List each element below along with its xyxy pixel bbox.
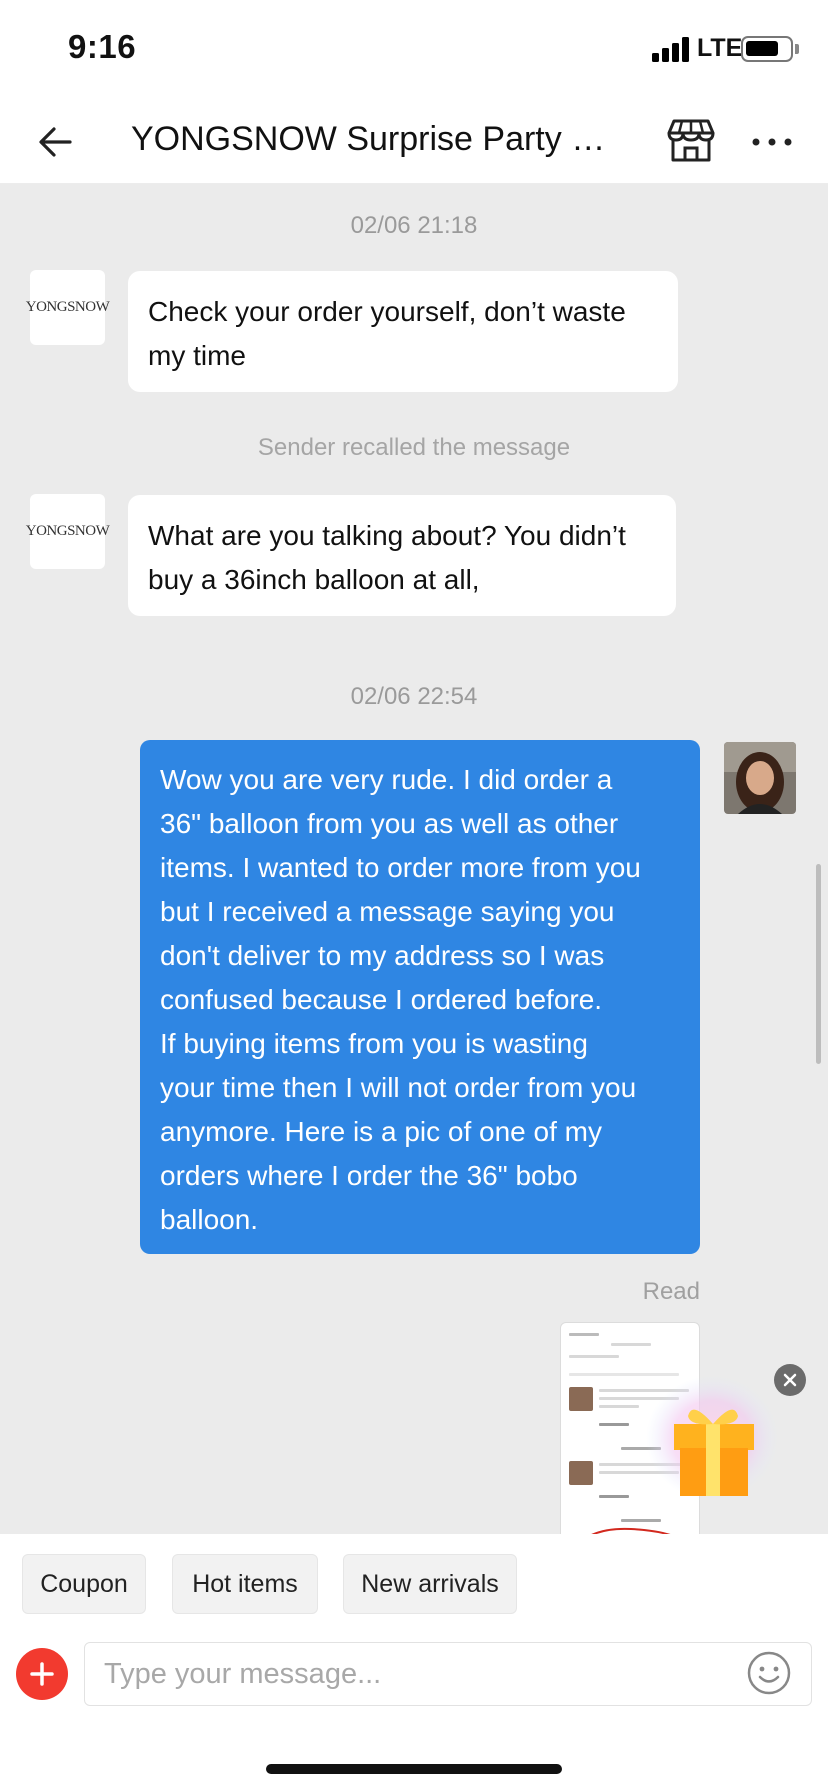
scrollbar[interactable]	[816, 864, 821, 1064]
more-horizontal-icon[interactable]	[748, 118, 796, 166]
message-line: but I received a message saying you	[160, 896, 615, 927]
message-line: my time	[148, 340, 246, 371]
message-line: Check your order yourself, don’t waste	[148, 296, 626, 327]
user-avatar[interactable]	[724, 742, 796, 814]
signal-strength-icon	[652, 36, 692, 62]
close-icon[interactable]	[774, 1364, 806, 1396]
status-time: 9:16	[68, 28, 137, 65]
message-line: If buying items from you is wasting	[160, 1028, 588, 1059]
message-line: items. I wanted to order more from you	[160, 852, 641, 883]
message-line: 36" balloon from you as well as other	[160, 808, 619, 839]
message-line: buy a 36inch balloon at all,	[148, 564, 480, 595]
network-label: LTE	[697, 34, 743, 62]
message-input[interactable]	[84, 1642, 812, 1706]
quick-replies: Coupon Hot items New arrivals	[0, 1534, 828, 1634]
gift-icon[interactable]	[640, 1376, 780, 1506]
timestamp: 02/06 21:18	[350, 212, 478, 239]
chat-header: YONGSNOW Surprise Party St...	[0, 100, 828, 184]
message-line: your time then I will not order from you	[160, 1072, 637, 1103]
message-line: Wow you are very rude. I did order a	[160, 764, 613, 795]
incoming-message[interactable]: Check your order yourself, don’t waste m…	[128, 271, 678, 392]
status-bar: 9:16 LTE	[0, 0, 828, 100]
chat-title: YONGSNOW Surprise Party St...	[131, 120, 611, 158]
home-indicator	[266, 1764, 562, 1774]
quick-reply-coupon[interactable]: Coupon	[22, 1554, 146, 1614]
seller-avatar[interactable]: YONGSNOW	[26, 494, 110, 569]
timestamp: 02/06 22:54	[350, 683, 478, 710]
recalled-note: Sender recalled the message	[257, 434, 571, 461]
chat-messages[interactable]: 02/06 21:18 YONGSNOW Check your order yo…	[0, 184, 828, 1534]
outgoing-message[interactable]: Wow you are very rude. I did order a 36"…	[140, 740, 700, 1254]
arrow-left-icon[interactable]	[34, 120, 78, 164]
quick-reply-new-arrivals[interactable]: New arrivals	[343, 1554, 517, 1614]
message-line: confused because I ordered before.	[160, 984, 603, 1015]
incoming-message[interactable]: What are you talking about? You didn’t b…	[128, 495, 676, 616]
plus-icon[interactable]	[16, 1648, 68, 1700]
battery-cap	[795, 44, 799, 54]
seller-avatar[interactable]: YONGSNOW	[26, 270, 110, 345]
message-composer	[0, 1634, 828, 1730]
quick-reply-hot-items[interactable]: Hot items	[172, 1554, 318, 1614]
message-line: don't deliver to my address so I was	[160, 940, 605, 971]
store-icon[interactable]	[665, 114, 717, 166]
message-line: balloon.	[160, 1204, 259, 1235]
message-line: orders where I order the 36" bobo	[160, 1160, 578, 1191]
message-line: anymore. Here is a pic of one of my	[160, 1116, 602, 1147]
read-receipt: Read	[642, 1278, 700, 1305]
battery-icon	[741, 36, 793, 62]
emoji-icon[interactable]	[746, 1650, 792, 1696]
message-line: What are you talking about? You didn’t	[148, 520, 626, 551]
